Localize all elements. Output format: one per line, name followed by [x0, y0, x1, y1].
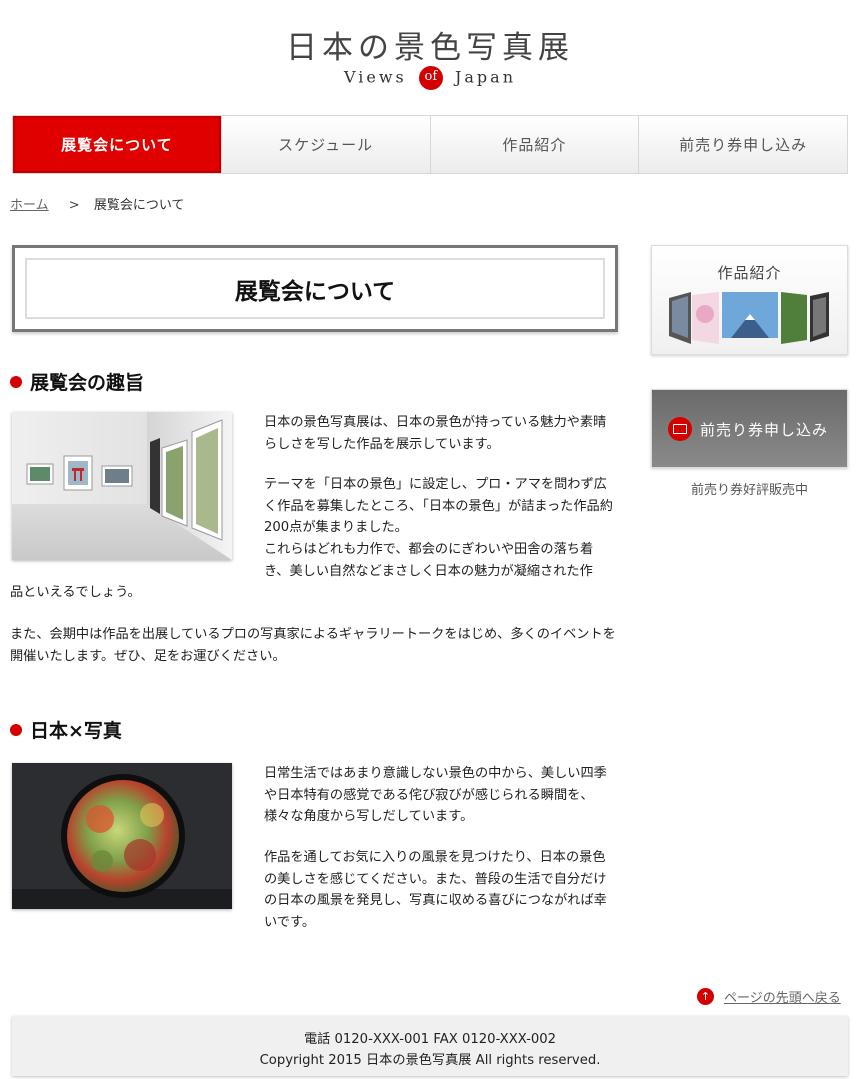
japan-photo-paragraph-2: 作品を通してお気に入りの風景を見つけたり、日本の景色の美しさを感じてください。ま… — [264, 850, 607, 930]
section-heading-purpose-text: 展覧会の趣旨 — [30, 372, 145, 394]
footer: 電話 0120-XXX-001 FAX 0120-XXX-002 Copyrig… — [12, 1016, 848, 1076]
arrow-up-icon: ↑ — [697, 988, 714, 1005]
section-heading-japan-photo: 日本×写真 — [10, 716, 122, 743]
nav-item-schedule[interactable]: スケジュール — [220, 116, 430, 173]
breadcrumb: ホーム > 展覧会について — [10, 194, 184, 213]
gallery-photo — [12, 412, 232, 560]
purpose-paragraph-3a: これらはどれも力作で、都会のにぎわいや田舎の落ち着き、美しい自然などまさしく日本… — [264, 542, 594, 579]
subtitle-of-badge: of — [418, 66, 443, 90]
subtitle-japan: Japan — [454, 67, 516, 87]
site-title[interactable]: 日本の景色写真展 — [0, 22, 860, 67]
breadcrumb-separator: > — [68, 198, 80, 213]
global-nav: 展覧会について スケジュール 作品紹介 前売り券申し込み — [12, 115, 848, 174]
page-top-label: ページの先頭へ戻る — [724, 991, 841, 1006]
footer-contact: 電話 0120-XXX-001 FAX 0120-XXX-002 — [303, 1032, 557, 1047]
nav-item-works[interactable]: 作品紹介 — [429, 116, 639, 173]
nav-item-about[interactable]: 展覧会について — [13, 116, 221, 173]
subtitle-views: Views — [344, 67, 407, 87]
sidebar-works-banner[interactable]: 作品紹介 — [651, 245, 848, 355]
nav-item-tickets[interactable]: 前売り券申し込み — [638, 116, 847, 173]
round-window-photo — [12, 763, 232, 909]
breadcrumb-home-link[interactable]: ホーム — [10, 198, 49, 213]
bullet-dot-icon — [10, 723, 22, 736]
sidebar-ticket-caption: 前売り券好評販売中 — [690, 483, 808, 498]
page-title: 展覧会について — [25, 258, 605, 319]
bullet-dot-icon — [10, 375, 22, 388]
site-subtitle: Views of Japan — [0, 66, 860, 90]
works-thumbnails — [669, 292, 829, 344]
purpose-paragraph-1: 日本の景色写真展は、日本の景色が持っている魅力や素晴らしさを写した作品を展示して… — [264, 415, 607, 452]
section-heading-japan-photo-text: 日本×写真 — [30, 720, 122, 742]
breadcrumb-current: 展覧会について — [93, 198, 185, 213]
sidebar-works-label: 作品紹介 — [717, 264, 782, 282]
ticket-icon — [668, 417, 692, 441]
japan-photo-paragraph-1: 日常生活ではあまり意識しない景色の中から、美しい四季や日本特有の感覚である侘び寂… — [264, 766, 607, 824]
footer-copyright: Copyright 2015 日本の景色写真展 All rights reser… — [259, 1053, 601, 1068]
section-heading-purpose: 展覧会の趣旨 — [10, 368, 144, 395]
purpose-paragraph-4: また、会期中は作品を出展しているプロの写真家によるギャラリートークをはじめ、多く… — [10, 627, 616, 664]
sidebar-ticket-banner[interactable]: 前売り券申し込み — [651, 389, 848, 468]
page-title-box: 展覧会について — [12, 245, 618, 332]
sidebar-ticket-label: 前売り券申し込み — [700, 421, 829, 439]
purpose-paragraph-2: テーマを「日本の景色」に設定し、プロ・アマを問わず広く作品を募集したところ、「日… — [264, 477, 613, 535]
page-top-link[interactable]: ↑ ページの先頭へ戻る — [697, 987, 841, 1006]
purpose-paragraph-3b: 品といえるでしょう。 — [10, 585, 141, 600]
